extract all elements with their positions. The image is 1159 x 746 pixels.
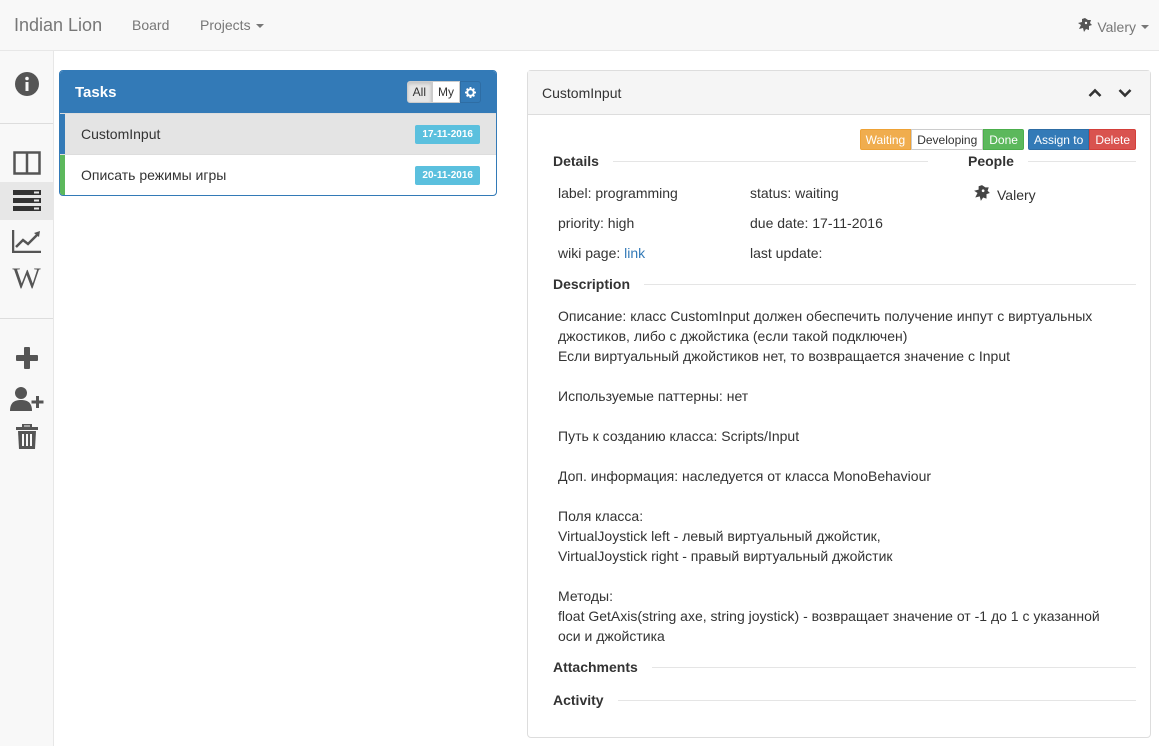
status-done-button[interactable]: Done bbox=[983, 129, 1024, 150]
nav-projects-label: Projects bbox=[200, 17, 251, 33]
description-line: оси и джойстика bbox=[558, 628, 665, 644]
line-chart-icon bbox=[11, 230, 41, 253]
people-heading: People bbox=[968, 153, 1136, 169]
person-valery[interactable]: Valery bbox=[973, 184, 1036, 205]
sidebar-statistics[interactable] bbox=[0, 223, 53, 259]
person-name: Valery bbox=[997, 186, 1036, 203]
info-icon bbox=[14, 72, 39, 96]
task-description: Описание: класс CustomInput должен обесп… bbox=[558, 306, 1138, 646]
tasks-panel: Tasks All My CustomInput 17-11-2016 Опис… bbox=[59, 70, 497, 196]
description-line bbox=[558, 566, 1138, 586]
details-heading-label: Details bbox=[553, 153, 599, 169]
user-plus-icon bbox=[9, 387, 43, 411]
task-label-field: label: programming bbox=[558, 185, 678, 201]
caret-down-icon bbox=[255, 24, 264, 29]
attachments-heading-label: Attachments bbox=[553, 659, 638, 675]
description-line: Путь к созданию класса: Scripts/Input bbox=[558, 428, 800, 444]
description-line: Доп. информация: наследуется от класса M… bbox=[558, 468, 932, 484]
details-heading: Details bbox=[553, 153, 928, 169]
top-navbar: Indian Lion Board Projects Valery bbox=[0, 0, 1159, 51]
task-due-date-field: due date: 17-11-2016 bbox=[750, 215, 883, 231]
task-status-field: status: waiting bbox=[750, 185, 839, 201]
trash-icon bbox=[15, 424, 38, 449]
brand-link[interactable]: Indian Lion bbox=[14, 15, 102, 36]
filter-my-button[interactable]: My bbox=[432, 81, 460, 103]
task-color-bar bbox=[60, 155, 65, 195]
nav-projects-dropdown[interactable]: Projects bbox=[200, 17, 264, 33]
task-date-badge: 20-11-2016 bbox=[415, 165, 480, 185]
move-up-button[interactable] bbox=[1084, 82, 1106, 104]
description-line: float GetAxis(string axe, string joystic… bbox=[558, 608, 1100, 624]
sidebar-divider bbox=[0, 123, 53, 124]
chevron-down-icon bbox=[1118, 88, 1132, 97]
caret-down-icon bbox=[1141, 24, 1149, 29]
user-name: Valery bbox=[1097, 18, 1136, 35]
wikipedia-icon: W bbox=[12, 262, 41, 295]
task-filter-group: All My bbox=[406, 81, 481, 103]
task-detail-title: CustomInput bbox=[542, 84, 622, 101]
sidebar-info[interactable] bbox=[0, 65, 53, 103]
description-line bbox=[558, 406, 1138, 426]
sidebar-list-view[interactable] bbox=[0, 182, 53, 220]
task-detail-panel: CustomInput Waiting Developing Done Assi… bbox=[527, 70, 1151, 738]
lion-avatar-icon bbox=[1077, 17, 1093, 36]
task-row-game-modes[interactable]: Описать режимы игры 20-11-2016 bbox=[60, 154, 496, 195]
sidebar-add-task[interactable] bbox=[0, 341, 53, 375]
task-name: Описать режимы игры bbox=[81, 167, 227, 183]
description-line: Методы: bbox=[558, 588, 613, 604]
activity-heading-label: Activity bbox=[553, 692, 604, 708]
user-menu-dropdown[interactable]: Valery bbox=[1077, 17, 1149, 36]
activity-heading: Activity bbox=[553, 692, 1136, 708]
columns-icon bbox=[12, 151, 41, 175]
tasks-title: Tasks bbox=[75, 83, 117, 101]
chevron-up-icon bbox=[1088, 88, 1102, 97]
description-heading: Description bbox=[553, 276, 1136, 292]
sidebar-columns-view[interactable] bbox=[0, 145, 53, 181]
description-line bbox=[558, 366, 1138, 386]
description-heading-label: Description bbox=[553, 276, 631, 292]
task-color-bar bbox=[60, 114, 65, 154]
description-line: Если виртуальный джойстиков нет, то возв… bbox=[558, 348, 1011, 364]
list-icon bbox=[12, 190, 41, 211]
wiki-label: wiki page: bbox=[558, 245, 625, 261]
sidebar-delete[interactable] bbox=[0, 419, 53, 455]
task-row-custominput[interactable]: CustomInput 17-11-2016 bbox=[60, 113, 496, 154]
plus-icon bbox=[15, 347, 38, 369]
description-line: VirtualJoystick left - левый виртуальный… bbox=[558, 528, 881, 544]
task-priority-field: priority: high bbox=[558, 215, 635, 231]
wiki-link[interactable]: link bbox=[624, 245, 645, 261]
task-wiki-field: wiki page: link bbox=[558, 245, 645, 261]
gear-icon bbox=[465, 86, 476, 98]
description-line: Поля класса: bbox=[558, 508, 644, 524]
task-last-update-field: last update: bbox=[750, 245, 823, 261]
status-button-group: Waiting Developing Done Assign to Delete bbox=[859, 129, 1136, 150]
people-heading-label: People bbox=[968, 153, 1014, 169]
sidebar-add-user[interactable] bbox=[0, 381, 53, 417]
description-line bbox=[558, 446, 1138, 466]
description-line: VirtualJoystick right - правый виртуальн… bbox=[558, 548, 893, 564]
move-down-button[interactable] bbox=[1114, 82, 1136, 104]
sidebar-divider bbox=[0, 318, 53, 319]
description-line: Используемые паттерны: нет bbox=[558, 388, 749, 404]
task-date-badge: 17-11-2016 bbox=[415, 124, 480, 144]
left-sidebar: W bbox=[0, 51, 54, 746]
attachments-heading: Attachments bbox=[553, 659, 1136, 675]
description-line: джостиков, либо с джойстика (если такой … bbox=[558, 328, 908, 344]
tasks-panel-header: Tasks All My bbox=[60, 71, 496, 113]
description-line bbox=[558, 486, 1138, 506]
task-name: CustomInput bbox=[81, 126, 161, 142]
status-developing-button[interactable]: Developing bbox=[911, 129, 984, 150]
sidebar-wiki[interactable]: W bbox=[0, 261, 53, 297]
description-line: Описание: класс CustomInput должен обесп… bbox=[558, 308, 1093, 324]
status-waiting-button[interactable]: Waiting bbox=[859, 129, 912, 150]
assign-to-button[interactable]: Assign to bbox=[1027, 129, 1090, 150]
lion-avatar-icon bbox=[973, 184, 991, 205]
nav-board-link[interactable]: Board bbox=[132, 17, 169, 33]
task-detail-header: CustomInput bbox=[528, 71, 1150, 115]
settings-button[interactable] bbox=[460, 81, 481, 103]
delete-task-button[interactable]: Delete bbox=[1089, 129, 1136, 150]
filter-all-button[interactable]: All bbox=[406, 81, 432, 103]
